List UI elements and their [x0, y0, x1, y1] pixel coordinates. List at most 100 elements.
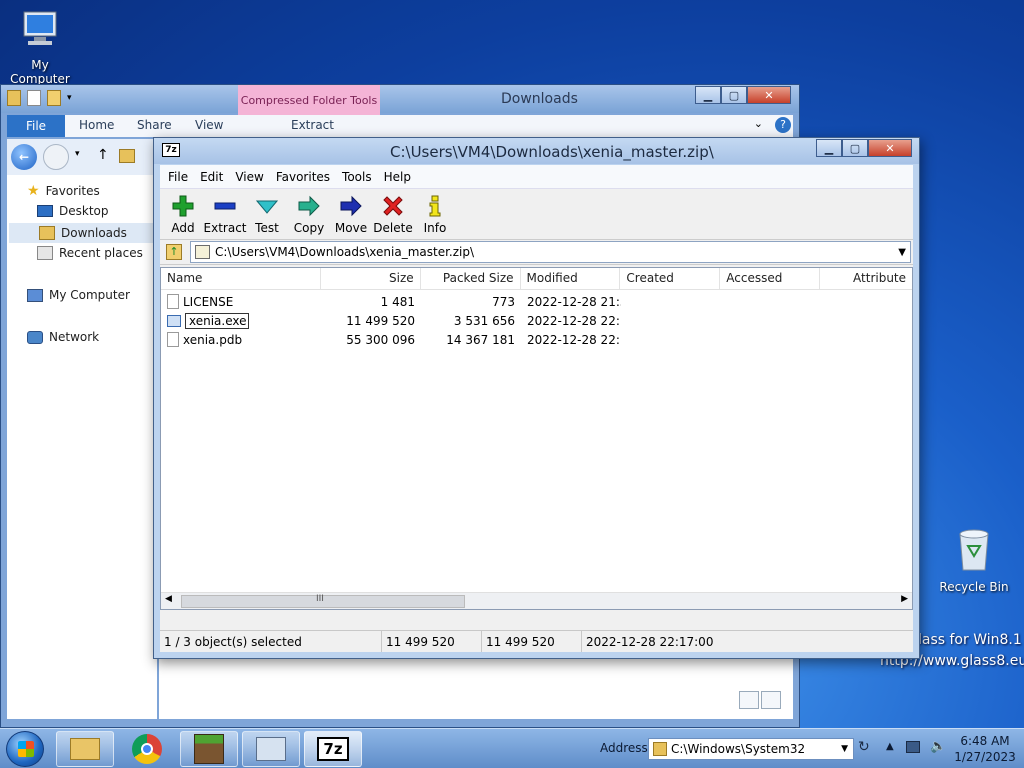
desktop-icon-recycle-bin[interactable]: Recycle Bin — [934, 526, 1014, 594]
folder-icon[interactable] — [7, 90, 21, 106]
refresh-icon[interactable]: ↻ — [858, 739, 870, 755]
file-name: xenia.pdb — [183, 332, 243, 347]
info-button[interactable]: Info — [414, 189, 456, 239]
sevenzip-titlebar: 7z C:\Users\VM4\Downloads\xenia_master.z… — [154, 138, 919, 164]
horizontal-scrollbar[interactable]: ◀ III ▶ — [161, 592, 912, 609]
column-header-name[interactable]: Name — [161, 268, 321, 289]
tab-home[interactable]: Home — [79, 118, 114, 132]
status-size: 11 499 520 — [382, 631, 482, 652]
taskbar-control-panel-button[interactable] — [242, 731, 300, 767]
info-icon — [429, 195, 441, 217]
file-size: 1 481 — [380, 294, 415, 309]
maximize-button[interactable]: ▢ — [842, 139, 868, 157]
tab-extract[interactable]: Extract — [291, 118, 334, 132]
status-modified: 2022-12-28 22:17:00 — [586, 635, 714, 649]
column-header-attributes[interactable]: Attribute — [820, 268, 912, 289]
sevenzip-body: File Edit View Favorites Tools Help Add … — [160, 165, 913, 652]
nav-item-network[interactable]: Network — [27, 330, 99, 344]
tab-share[interactable]: Share — [137, 118, 172, 132]
up-arrow-icon[interactable]: ↑ — [97, 147, 109, 163]
properties-icon[interactable] — [27, 90, 41, 106]
delete-button[interactable]: Delete — [372, 189, 414, 239]
path-input[interactable]: C:\Users\VM4\Downloads\xenia_master.zip\… — [190, 241, 911, 263]
taskbar-minecraft-button[interactable] — [180, 731, 238, 767]
nav-item-downloads[interactable]: Downloads — [9, 223, 157, 243]
column-header-modified[interactable]: Modified — [521, 268, 621, 289]
test-button[interactable]: Test — [246, 189, 288, 239]
clock[interactable]: 6:48 AM 1/27/2023 — [954, 733, 1016, 765]
close-button[interactable]: ✕ — [747, 86, 791, 104]
file-icon — [167, 332, 179, 347]
close-button[interactable]: ✕ — [868, 139, 912, 157]
delete-label: Delete — [373, 221, 413, 235]
volume-icon[interactable]: 🔈 — [930, 739, 946, 754]
address-toolbar-input[interactable]: C:\Windows\System32 ▼ — [648, 738, 854, 760]
scrollbar-thumb[interactable]: III — [181, 594, 465, 608]
start-button[interactable] — [6, 731, 44, 767]
address-dropdown-icon[interactable]: ▼ — [841, 739, 848, 759]
network-tray-icon[interactable] — [906, 741, 920, 753]
tab-file[interactable]: File — [7, 115, 65, 137]
desktop-icon-my-computer[interactable]: My Computer — [0, 8, 80, 86]
status-selection: 1 / 3 object(s) selected — [160, 631, 382, 652]
column-header-accessed[interactable]: Accessed — [720, 268, 821, 289]
nav-item-favorites[interactable]: ★ Favorites — [27, 183, 100, 199]
minimize-button[interactable]: ▁ — [816, 139, 842, 157]
column-header-size[interactable]: Size — [321, 268, 421, 289]
menu-edit[interactable]: Edit — [194, 170, 229, 184]
move-button[interactable]: Move — [330, 189, 372, 239]
table-row[interactable]: LICENSE 1 481 773 2022-12-28 21:51 — [161, 292, 912, 311]
qat-dropdown-icon[interactable]: ▾ — [67, 93, 72, 103]
taskbar-chrome-button[interactable] — [118, 731, 176, 767]
up-folder-icon[interactable]: ↑ — [166, 244, 182, 260]
forward-button[interactable] — [43, 144, 69, 170]
copy-button[interactable]: Copy — [288, 189, 330, 239]
menu-view[interactable]: View — [229, 170, 269, 184]
menu-help[interactable]: Help — [378, 170, 417, 184]
executable-icon — [167, 314, 181, 327]
show-hidden-icons-icon[interactable]: ▲ — [886, 741, 894, 752]
move-label: Move — [334, 221, 368, 235]
menu-favorites[interactable]: Favorites — [270, 170, 336, 184]
details-view-icon[interactable] — [739, 691, 759, 709]
file-packed-size: 14 367 181 — [446, 332, 515, 347]
sevenzip-taskbar-icon: 7z — [317, 737, 349, 761]
sevenzip-window: 7z C:\Users\VM4\Downloads\xenia_master.z… — [153, 137, 920, 659]
new-folder-icon[interactable] — [47, 90, 61, 106]
menu-tools[interactable]: Tools — [336, 170, 378, 184]
taskbar-7zip-button[interactable]: 7z — [304, 731, 362, 767]
menu-file[interactable]: File — [162, 170, 194, 184]
nav-item-my-computer[interactable]: My Computer — [27, 288, 130, 302]
test-label: Test — [255, 221, 279, 235]
recycle-bin-icon — [934, 526, 1014, 577]
file-name: LICENSE — [183, 294, 234, 309]
file-modified: 2022-12-28 21:51 — [527, 294, 621, 309]
minimize-button[interactable]: ▁ — [695, 86, 721, 104]
maximize-button[interactable]: ▢ — [721, 86, 747, 104]
column-header-packed-size[interactable]: Packed Size — [421, 268, 521, 289]
add-button[interactable]: Add — [162, 189, 204, 239]
scroll-left-icon[interactable]: ◀ — [165, 594, 172, 604]
path-dropdown-icon[interactable]: ▼ — [898, 242, 906, 263]
sevenzip-logo-icon: 7z — [162, 143, 180, 157]
table-row[interactable]: xenia.pdb 55 300 096 14 367 181 2022-12-… — [161, 330, 912, 349]
file-packed-size: 3 531 656 — [453, 313, 515, 328]
back-button[interactable]: ← — [11, 144, 37, 170]
column-header-created[interactable]: Created — [620, 268, 721, 289]
scroll-right-icon[interactable]: ▶ — [901, 594, 908, 604]
nav-item-desktop[interactable]: Desktop — [37, 204, 109, 218]
large-icons-view-icon[interactable] — [761, 691, 781, 709]
file-name-rename-field[interactable]: xenia.exe — [185, 312, 249, 329]
help-icon[interactable]: ? — [775, 117, 791, 133]
info-label: Info — [423, 221, 447, 235]
taskbar-explorer-button[interactable] — [56, 731, 114, 767]
table-row[interactable]: xenia.exe 11 499 520 3 531 656 2022-12-2… — [161, 311, 912, 330]
history-dropdown-icon[interactable]: ▾ — [75, 149, 80, 159]
tab-view[interactable]: View — [195, 118, 223, 132]
add-label: Add — [171, 221, 195, 235]
nav-item-recent-places[interactable]: Recent places — [37, 246, 143, 260]
clock-time: 6:48 AM — [960, 734, 1010, 748]
extract-button[interactable]: Extract — [203, 189, 247, 239]
extract-label: Extract — [203, 221, 247, 235]
ribbon-expand-icon[interactable]: ⌄ — [754, 117, 763, 130]
